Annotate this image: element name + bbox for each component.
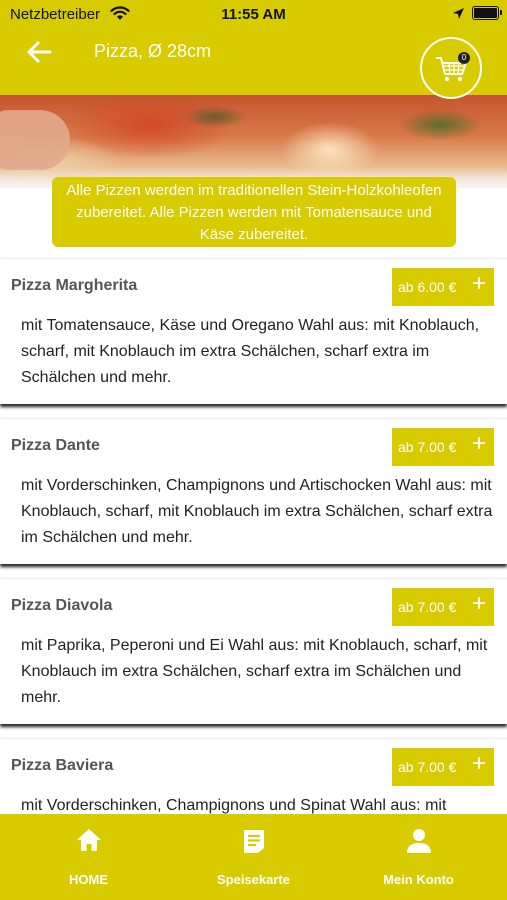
menu-item-card[interactable]: Pizza Margherita ab 6.00 € + mit Tomaten… xyxy=(0,258,507,404)
menu-item-card[interactable]: Pizza Diavola ab 7.00 € + mit Paprika, P… xyxy=(0,578,507,724)
menu-item-description: mit Paprika, Peperoni und Ei Wahl aus: m… xyxy=(21,637,488,706)
battery-icon xyxy=(472,6,502,20)
app-screen: Netzbetreiber 11:55 AM Pizza, Ø 28cm 0 A… xyxy=(0,0,507,900)
status-bar: Netzbetreiber 11:55 AM xyxy=(0,0,507,30)
menu-item-name: Pizza Baviera xyxy=(11,757,114,774)
page-title: Pizza, Ø 28cm xyxy=(94,41,212,61)
tab-home[interactable]: HOME xyxy=(4,814,173,900)
add-to-cart-button[interactable]: ab 7.00 € + xyxy=(392,748,494,786)
menu-item-name: Pizza Margherita xyxy=(11,277,138,294)
back-button[interactable] xyxy=(22,38,58,68)
bottom-tab-bar: HOME Speisekarte Mein Konto xyxy=(0,814,507,900)
hero-hand-shape xyxy=(0,110,70,170)
info-banner: Alle Pizzen werden im traditionellen Ste… xyxy=(52,177,456,247)
hero-pizza-image xyxy=(0,95,507,188)
price-label: ab 6.00 € xyxy=(398,279,457,295)
location-arrow-icon xyxy=(453,8,464,19)
price-label: ab 7.00 € xyxy=(398,759,457,775)
menu-item-description: mit Vorderschinken, Champignons und Arti… xyxy=(21,477,493,546)
add-to-cart-button[interactable]: ab 6.00 € + xyxy=(392,268,494,306)
cart-count-badge: 0 xyxy=(458,52,470,64)
tab-speisekarte-label: Speisekarte xyxy=(217,872,290,887)
price-label: ab 7.00 € xyxy=(398,599,457,615)
menu-item-card[interactable]: Pizza Dante ab 7.00 € + mit Vorderschink… xyxy=(0,418,507,564)
menu-item-name: Pizza Diavola xyxy=(11,597,113,614)
add-to-cart-button[interactable]: ab 7.00 € + xyxy=(392,588,494,626)
user-icon xyxy=(407,829,431,853)
plus-icon: + xyxy=(471,750,486,777)
plus-icon: + xyxy=(471,430,486,457)
home-icon xyxy=(77,829,101,851)
menu-item-name: Pizza Dante xyxy=(11,437,100,454)
tab-mein-konto[interactable]: Mein Konto xyxy=(334,814,503,900)
menu-document-icon xyxy=(244,830,264,853)
plus-icon: + xyxy=(471,590,486,617)
add-to-cart-button[interactable]: ab 7.00 € + xyxy=(392,428,494,466)
menu-item-description: mit Tomatensauce, Käse und Oregano Wahl … xyxy=(21,317,480,386)
tab-mein-konto-label: Mein Konto xyxy=(383,872,454,887)
nav-bar: Pizza, Ø 28cm 0 xyxy=(0,30,507,99)
tab-speisekarte[interactable]: Speisekarte xyxy=(169,814,338,900)
tab-home-label: HOME xyxy=(69,872,108,887)
cart-button[interactable]: 0 xyxy=(420,37,482,99)
price-label: ab 7.00 € xyxy=(398,439,457,455)
plus-icon: + xyxy=(471,270,486,297)
clock: 11:55 AM xyxy=(221,6,286,23)
back-arrow-icon xyxy=(27,41,52,63)
